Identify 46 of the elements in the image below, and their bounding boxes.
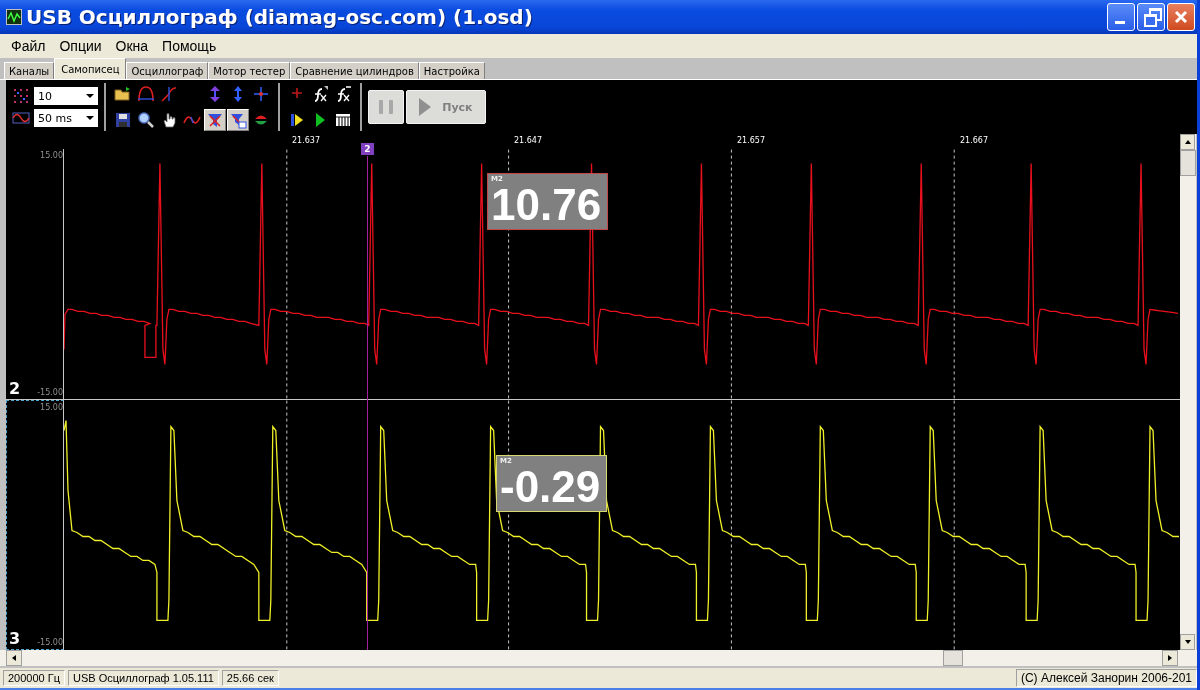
app-icon [6, 9, 22, 25]
tab[interactable]: Самописец [54, 58, 127, 79]
minimize-button[interactable] [1107, 3, 1135, 31]
menu-item[interactable]: Опции [52, 37, 109, 55]
tab[interactable]: Каналы [4, 62, 55, 79]
grid-icon[interactable] [12, 87, 30, 105]
restore-button[interactable] [1137, 3, 1165, 31]
channel-number: 2 [8, 381, 21, 397]
dropdown[interactable]: 10 [34, 87, 98, 105]
tab[interactable]: Осциллограф [126, 62, 209, 79]
time-label: 21.637 [292, 136, 320, 145]
menu-item[interactable]: Окна [108, 37, 156, 55]
wave-icon[interactable] [12, 109, 30, 127]
scroll-right-button[interactable] [1162, 650, 1178, 666]
readout-value: 10.76 [491, 183, 603, 227]
scale-label: -15.00 [37, 388, 63, 397]
channel-scale[interactable]: 15.00 2 -15.00 [6, 149, 64, 399]
scroll-left-button[interactable] [6, 650, 22, 666]
menu-item[interactable]: Файл [4, 37, 53, 55]
tab[interactable]: Настройка [418, 62, 485, 79]
status-panel: 200000 Гц [3, 670, 66, 686]
dropdown[interactable]: 50 ms [34, 109, 98, 127]
cursor-marker[interactable]: 2 [361, 143, 374, 155]
tab[interactable]: Сравнение цилиндров [290, 62, 419, 79]
status-panel: 25.66 сек [221, 670, 279, 686]
vertical-scrollbar[interactable] [1180, 134, 1197, 650]
menu-item[interactable]: Помощь [155, 37, 224, 55]
readout-value: -0.29 [500, 465, 602, 509]
scale-label: -15.00 [37, 638, 63, 647]
time-label: 21.647 [514, 136, 542, 145]
scroll-down-button[interactable] [1180, 634, 1195, 650]
status-panel: USB Осциллограф 1.05.111 [68, 670, 219, 686]
status-panel: (C) Алексей Занорин 2006-201 [1015, 669, 1197, 687]
caret-icon[interactable] [86, 116, 94, 120]
channel-number: 3 [8, 631, 21, 647]
horizontal-scrollbar[interactable] [0, 650, 1197, 668]
scroll-thumb[interactable] [1180, 150, 1196, 176]
scroll-thumb[interactable] [942, 650, 963, 666]
caret-icon[interactable] [86, 94, 94, 98]
tab[interactable]: Мотор тестер [208, 62, 291, 79]
scale-label: 15.00 [40, 403, 63, 412]
time-label: 21.667 [960, 136, 988, 145]
scroll-up-button[interactable] [1180, 134, 1195, 150]
time-label: 21.657 [737, 136, 765, 145]
scale-label: 15.00 [40, 151, 63, 160]
window-title: USB Осциллограф (diamag-osc.com) (1.osd) [26, 5, 533, 29]
